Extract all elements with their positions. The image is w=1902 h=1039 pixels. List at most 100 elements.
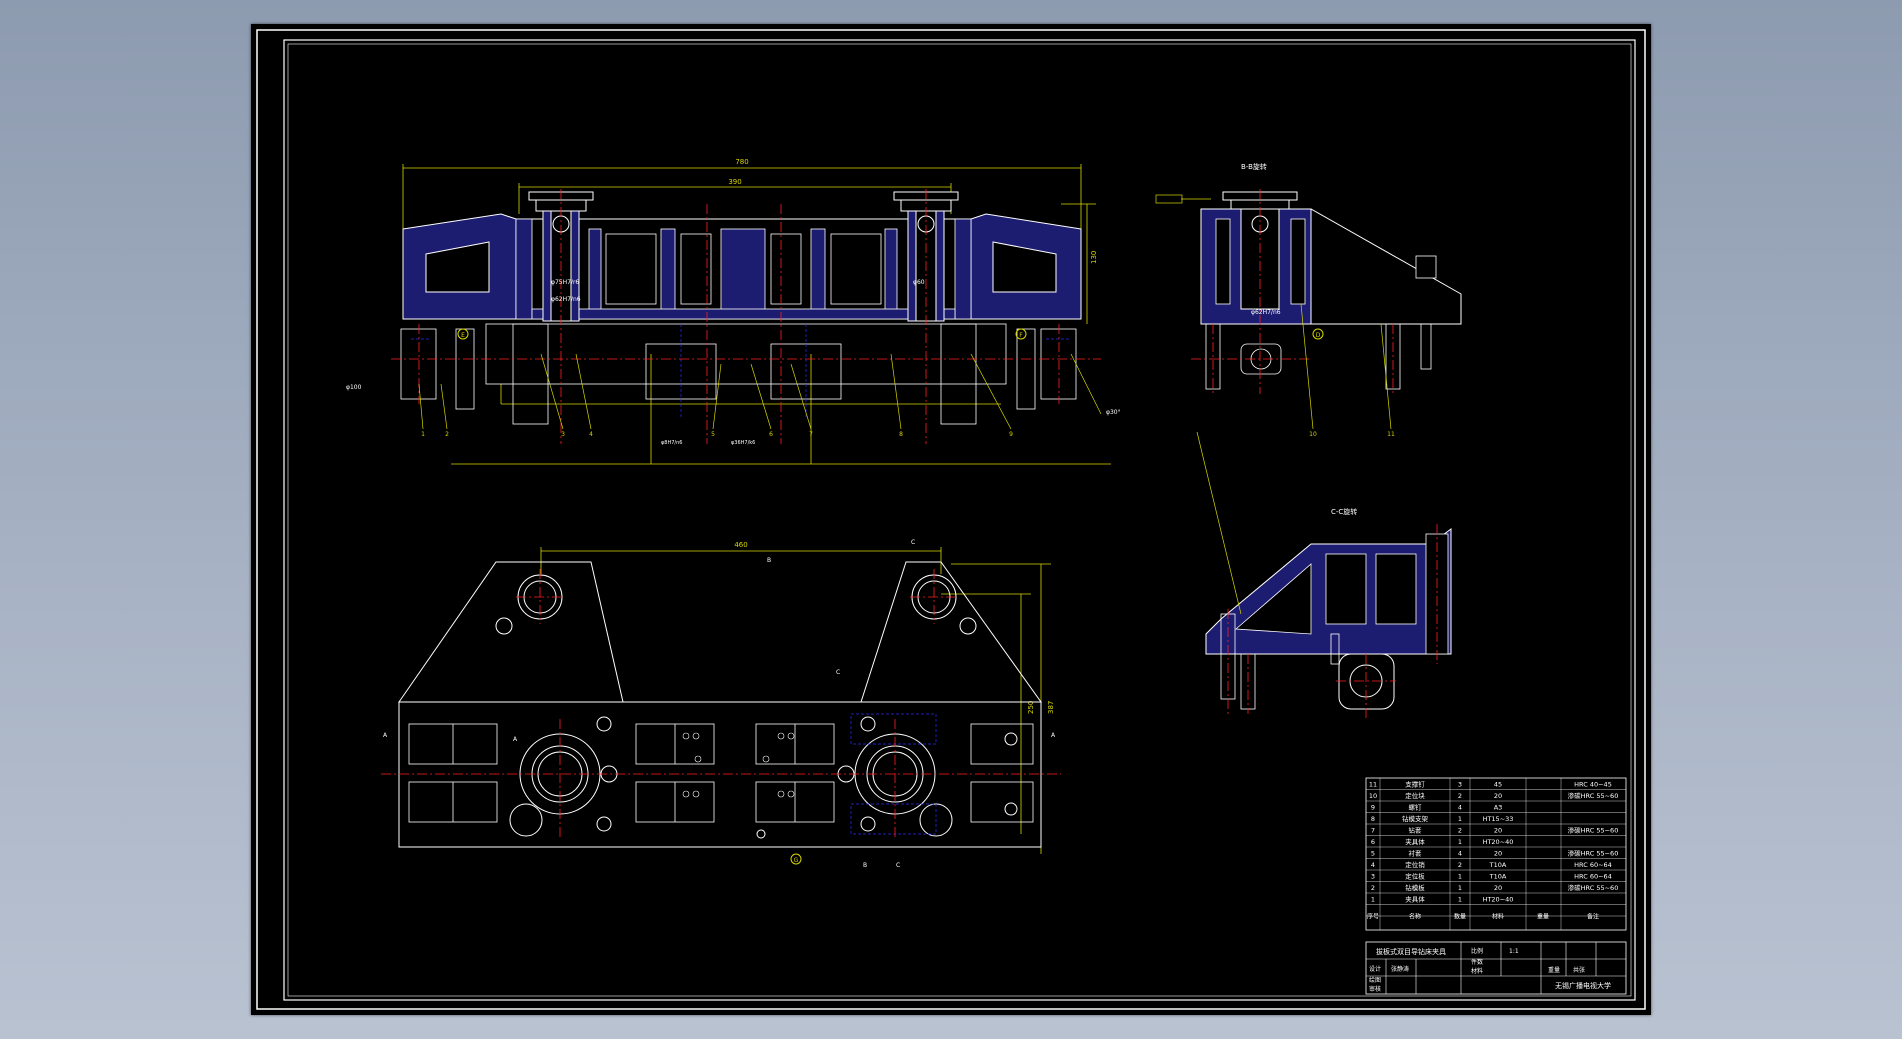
inner-frame bbox=[283, 39, 1636, 1001]
section-b-bottom: B bbox=[863, 862, 867, 869]
parts-cell-name: 衬套 bbox=[1409, 849, 1423, 858]
parts-cell-note: 渗碳HRC 55~60 bbox=[1568, 849, 1619, 858]
parts-cell-material: 45 bbox=[1494, 781, 1502, 789]
parts-cell-no: 1 bbox=[1371, 896, 1375, 904]
parts-header-qty: 数量 bbox=[1454, 913, 1466, 921]
section-c-mid: C bbox=[836, 669, 840, 676]
balloon-3: 3 bbox=[561, 431, 565, 438]
parts-cell-no: 2 bbox=[1371, 884, 1375, 892]
parts-cell-note: HRC 60~64 bbox=[1574, 873, 1612, 881]
parts-cell-name: 定位板 bbox=[1405, 872, 1425, 881]
parts-header-name: 名称 bbox=[1409, 913, 1421, 921]
callout-e: E bbox=[461, 332, 465, 339]
parts-header-weight: 重量 bbox=[1537, 913, 1549, 921]
parts-cell-qty: 2 bbox=[1458, 827, 1462, 835]
parts-cell-qty: 1 bbox=[1458, 873, 1462, 881]
parts-cell-qty: 2 bbox=[1458, 861, 1462, 869]
parts-cell-name: 螺钉 bbox=[1409, 803, 1423, 812]
balloon-7: 7 bbox=[809, 431, 813, 438]
parts-cell-material: HT20~40 bbox=[1483, 896, 1514, 904]
parts-cell-material: 20 bbox=[1494, 792, 1502, 800]
cad-drawing: 780 390 130 φ75H7/r6 φ62H7/n6 φ60 φ100 φ… bbox=[256, 29, 1646, 1010]
drawn-label: 绘图 bbox=[1369, 976, 1381, 984]
fit-label-3: φ62H7/n6 bbox=[1251, 309, 1281, 316]
parts-cell-qty: 4 bbox=[1458, 804, 1462, 812]
note-bottom-2: φ36H7/k6 bbox=[731, 440, 755, 446]
material-label: 材料 bbox=[1471, 967, 1483, 975]
dim-inner-length: 390 bbox=[728, 178, 741, 186]
parts-cell-note: 渗碳HRC 55~60 bbox=[1568, 791, 1619, 800]
review-label: 审核 bbox=[1369, 985, 1381, 993]
parts-cell-qty: 3 bbox=[1458, 781, 1462, 789]
parts-cell-no: 7 bbox=[1371, 827, 1375, 835]
mid-dim: φ60 bbox=[913, 279, 925, 286]
school-name: 无锡广播电视大学 bbox=[1555, 981, 1611, 990]
dim-plan-height-total: 387 bbox=[1047, 701, 1055, 714]
note-bottom-1: φ8H7/n6 bbox=[661, 440, 682, 446]
parts-cell-name: 钻套 bbox=[1409, 826, 1423, 835]
parts-cell-qty: 4 bbox=[1458, 850, 1462, 858]
front-view: 780 390 130 φ75H7/r6 φ62H7/n6 φ60 φ100 φ… bbox=[346, 158, 1121, 465]
dim-overall-length: 780 bbox=[735, 158, 748, 166]
drawing-title: 拔板式双目导钻床夹具 bbox=[1376, 947, 1446, 956]
parts-cell-name: 支撑钉 bbox=[1405, 780, 1425, 789]
dim-plan-height: 250 bbox=[1027, 701, 1035, 714]
section-c-view: C-C旋转 bbox=[1196, 431, 1452, 719]
parts-cell-no: 5 bbox=[1371, 850, 1375, 858]
fit-label-2: φ62H7/n6 bbox=[551, 296, 581, 303]
section-b-top: B bbox=[767, 557, 771, 564]
section-c-title: C-C旋转 bbox=[1331, 507, 1357, 516]
balloon-11: 11 bbox=[1387, 431, 1395, 438]
balloon-2: 2 bbox=[445, 431, 449, 438]
parts-header-no: 序号 bbox=[1367, 913, 1379, 921]
section-c-bottom: C bbox=[896, 862, 900, 869]
fit-label-1: φ75H7/r6 bbox=[551, 279, 579, 286]
callout-f: F bbox=[1019, 332, 1023, 339]
parts-cell-qty: 2 bbox=[1458, 792, 1462, 800]
section-c-top: C bbox=[911, 539, 915, 546]
section-a-left: A bbox=[383, 732, 388, 739]
dim-plan-length: 460 bbox=[734, 541, 747, 549]
parts-cell-qty: 1 bbox=[1458, 884, 1462, 892]
parts-cell-qty: 1 bbox=[1458, 896, 1462, 904]
parts-cell-note: HRC 40~45 bbox=[1574, 781, 1612, 789]
parts-cell-material: T10A bbox=[1489, 861, 1507, 869]
parts-cell-material: HT20~40 bbox=[1483, 838, 1514, 846]
balloon-1: 1 bbox=[421, 431, 425, 438]
weight-label: 重量 bbox=[1548, 966, 1560, 974]
parts-cell-qty: 1 bbox=[1458, 815, 1462, 823]
parts-header-note: 备注 bbox=[1587, 913, 1599, 921]
outer-frame bbox=[256, 29, 1646, 1010]
parts-cell-name: 钻模支架 bbox=[1402, 814, 1429, 823]
dim-height-right: 130 bbox=[1090, 251, 1098, 264]
parts-cell-material: 20 bbox=[1494, 850, 1502, 858]
plan-view: 460 250 387 A A A C B C C B G bbox=[381, 539, 1061, 869]
drawing-sheet: 780 390 130 φ75H7/r6 φ62H7/n6 φ60 φ100 φ… bbox=[251, 24, 1651, 1015]
quantity-label: 件数 bbox=[1471, 958, 1483, 966]
parts-cell-name: 夹具体 bbox=[1405, 837, 1425, 846]
detail-left: φ100 bbox=[346, 384, 362, 391]
balloon-8: 8 bbox=[899, 431, 903, 438]
parts-header-material: 材料 bbox=[1492, 913, 1504, 921]
balloon-10: 10 bbox=[1309, 431, 1317, 438]
scale-value: 1:1 bbox=[1509, 948, 1519, 955]
parts-cell-material: 20 bbox=[1494, 884, 1502, 892]
section-a-mid: A bbox=[513, 736, 518, 743]
sheet-label: 共张 bbox=[1573, 966, 1585, 974]
scale-label: 比例 bbox=[1471, 947, 1483, 955]
parts-cell-material: A3 bbox=[1494, 804, 1503, 812]
parts-cell-no: 6 bbox=[1371, 838, 1375, 846]
parts-cell-no: 8 bbox=[1371, 815, 1375, 823]
balloon-5: 5 bbox=[711, 431, 715, 438]
callout-g: G bbox=[794, 857, 799, 864]
section-a-right: A bbox=[1051, 732, 1056, 739]
parts-cell-name: 定位销 bbox=[1405, 860, 1425, 869]
section-b-view: B-B旋转 φ62H7/n6 D 10 11 bbox=[1155, 162, 1462, 438]
designer-label: 设计 bbox=[1369, 965, 1381, 973]
title-block: 拔板式双目导钻床夹具 比例 1:1 件数 材料 重量 共张 设计 张静涛 绘图 … bbox=[1365, 941, 1627, 995]
detail-right: φ30° bbox=[1106, 409, 1121, 416]
parts-cell-no: 3 bbox=[1371, 873, 1375, 881]
balloon-4: 4 bbox=[589, 431, 593, 438]
parts-cell-material: T10A bbox=[1489, 873, 1507, 881]
parts-cell-name: 钻模板 bbox=[1405, 883, 1425, 892]
